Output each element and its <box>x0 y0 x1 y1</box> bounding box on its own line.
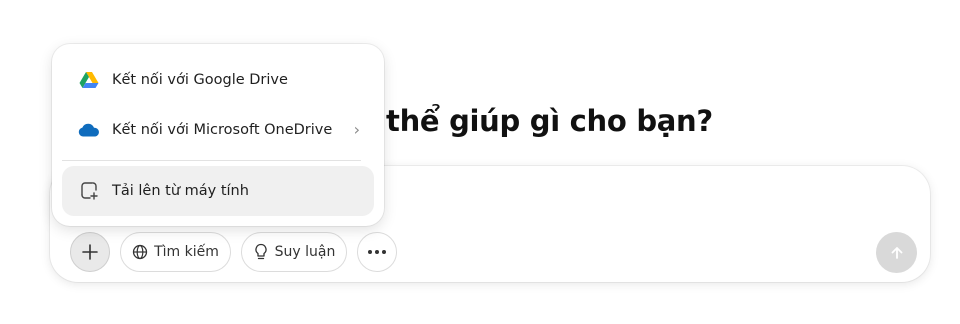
menu-item-label: Kết nối với Google Drive <box>112 72 288 88</box>
more-options-button[interactable] <box>357 232 397 272</box>
more-icon <box>367 250 388 254</box>
menu-divider <box>62 160 361 161</box>
send-button[interactable] <box>876 232 917 273</box>
menu-item-onedrive[interactable]: Kết nối với Microsoft OneDrive › <box>62 105 374 155</box>
onedrive-icon <box>76 123 102 137</box>
search-toggle-button[interactable]: Tìm kiếm <box>120 232 231 272</box>
reasoning-toggle-button[interactable]: Suy luận <box>241 232 347 272</box>
attachment-menu: Kết nối với Google Drive Kết nối với Mic… <box>52 44 384 226</box>
menu-item-label: Kết nối với Microsoft OneDrive <box>112 122 333 138</box>
globe-icon <box>132 244 148 260</box>
plus-icon <box>82 244 98 260</box>
chevron-right-icon: › <box>353 120 360 139</box>
arrow-up-icon <box>891 246 902 259</box>
menu-item-upload-from-computer[interactable]: Tải lên từ máy tính <box>62 166 374 216</box>
reasoning-toggle-label: Suy luận <box>274 244 336 260</box>
lightbulb-icon <box>255 243 267 260</box>
add-attachment-button[interactable] <box>70 232 110 272</box>
page-headline: thể giúp gì cho bạn? <box>386 104 713 138</box>
menu-item-label: Tải lên từ máy tính <box>112 183 249 199</box>
menu-item-google-drive[interactable]: Kết nối với Google Drive <box>62 55 374 105</box>
upload-file-icon <box>76 181 102 201</box>
google-drive-icon <box>76 71 102 89</box>
search-toggle-label: Tìm kiếm <box>154 244 219 260</box>
